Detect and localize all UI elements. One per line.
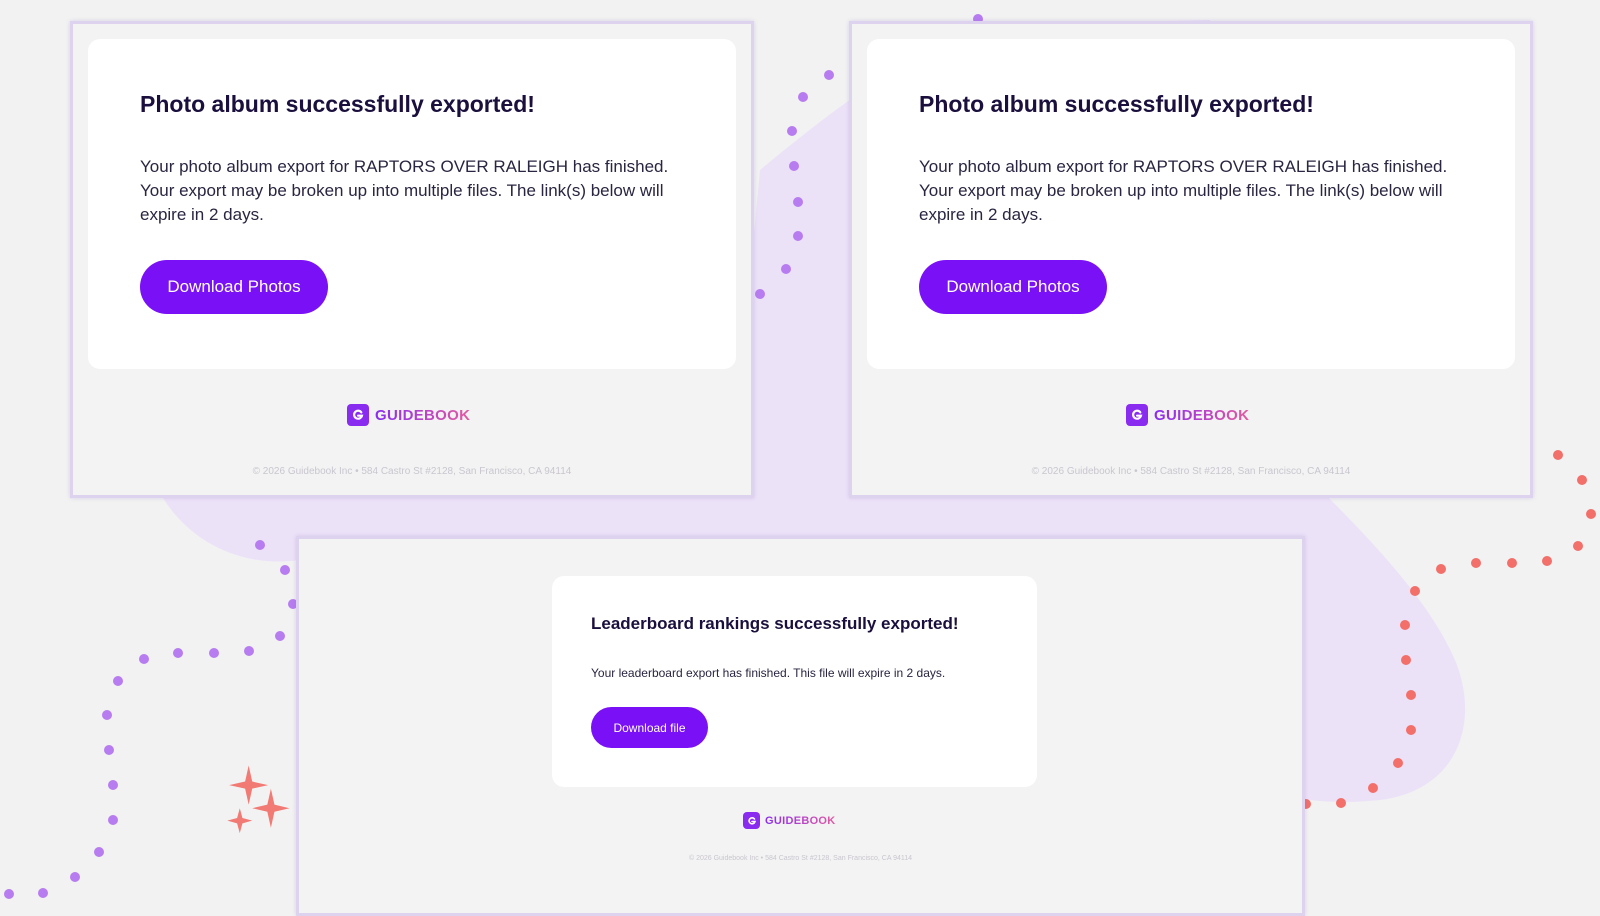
email-preview-photo-album-left: Photo album successfully exported! Your … (70, 21, 754, 498)
download-photos-button[interactable]: Download Photos (140, 260, 328, 314)
guidebook-logo-text: GUIDEBOOK (375, 406, 471, 424)
guidebook-logo-text: GUIDEBOOK (1154, 406, 1250, 424)
email-footer: © 2026 Guidebook Inc • 584 Castro St #21… (688, 855, 913, 862)
email-footer: © 2026 Guidebook Inc • 584 Castro St #21… (1031, 466, 1351, 477)
guidebook-logo-icon (743, 812, 760, 829)
email-body-text: Your leaderboard export has finished. Th… (591, 666, 946, 680)
email-preview-leaderboard: Leaderboard rankings successfully export… (296, 536, 1305, 916)
email-card: Leaderboard rankings successfully export… (552, 576, 1037, 787)
guidebook-logo-icon (1126, 404, 1148, 426)
guidebook-logo: GUIDEBOOK (347, 404, 470, 426)
purple-dotted-trail-bottom (4, 540, 298, 899)
email-title: Photo album successfully exported! (140, 91, 535, 117)
email-title: Leaderboard rankings successfully export… (591, 614, 959, 633)
email-preview-photo-album-right: Photo album successfully exported! Your … (849, 21, 1533, 498)
email-body-text: Your photo album export for RAPTORS OVER… (140, 157, 669, 224)
email-body-text: Your photo album export for RAPTORS OVER… (919, 157, 1448, 224)
guidebook-logo: GUIDEBOOK (1126, 404, 1249, 426)
guidebook-logo-icon (347, 404, 369, 426)
email-title: Photo album successfully exported! (919, 91, 1314, 117)
guidebook-logo-text: GUIDEBOOK (765, 814, 836, 827)
email-card: Photo album successfully exported! Your … (867, 39, 1515, 369)
email-card: Photo album successfully exported! Your … (88, 39, 736, 369)
email-footer: © 2026 Guidebook Inc • 584 Castro St #21… (252, 466, 572, 477)
download-file-button[interactable]: Download file (591, 707, 708, 748)
download-photos-button[interactable]: Download Photos (919, 260, 1107, 314)
guidebook-logo: GUIDEBOOK (743, 812, 836, 829)
sparkle-icon (227, 765, 290, 834)
